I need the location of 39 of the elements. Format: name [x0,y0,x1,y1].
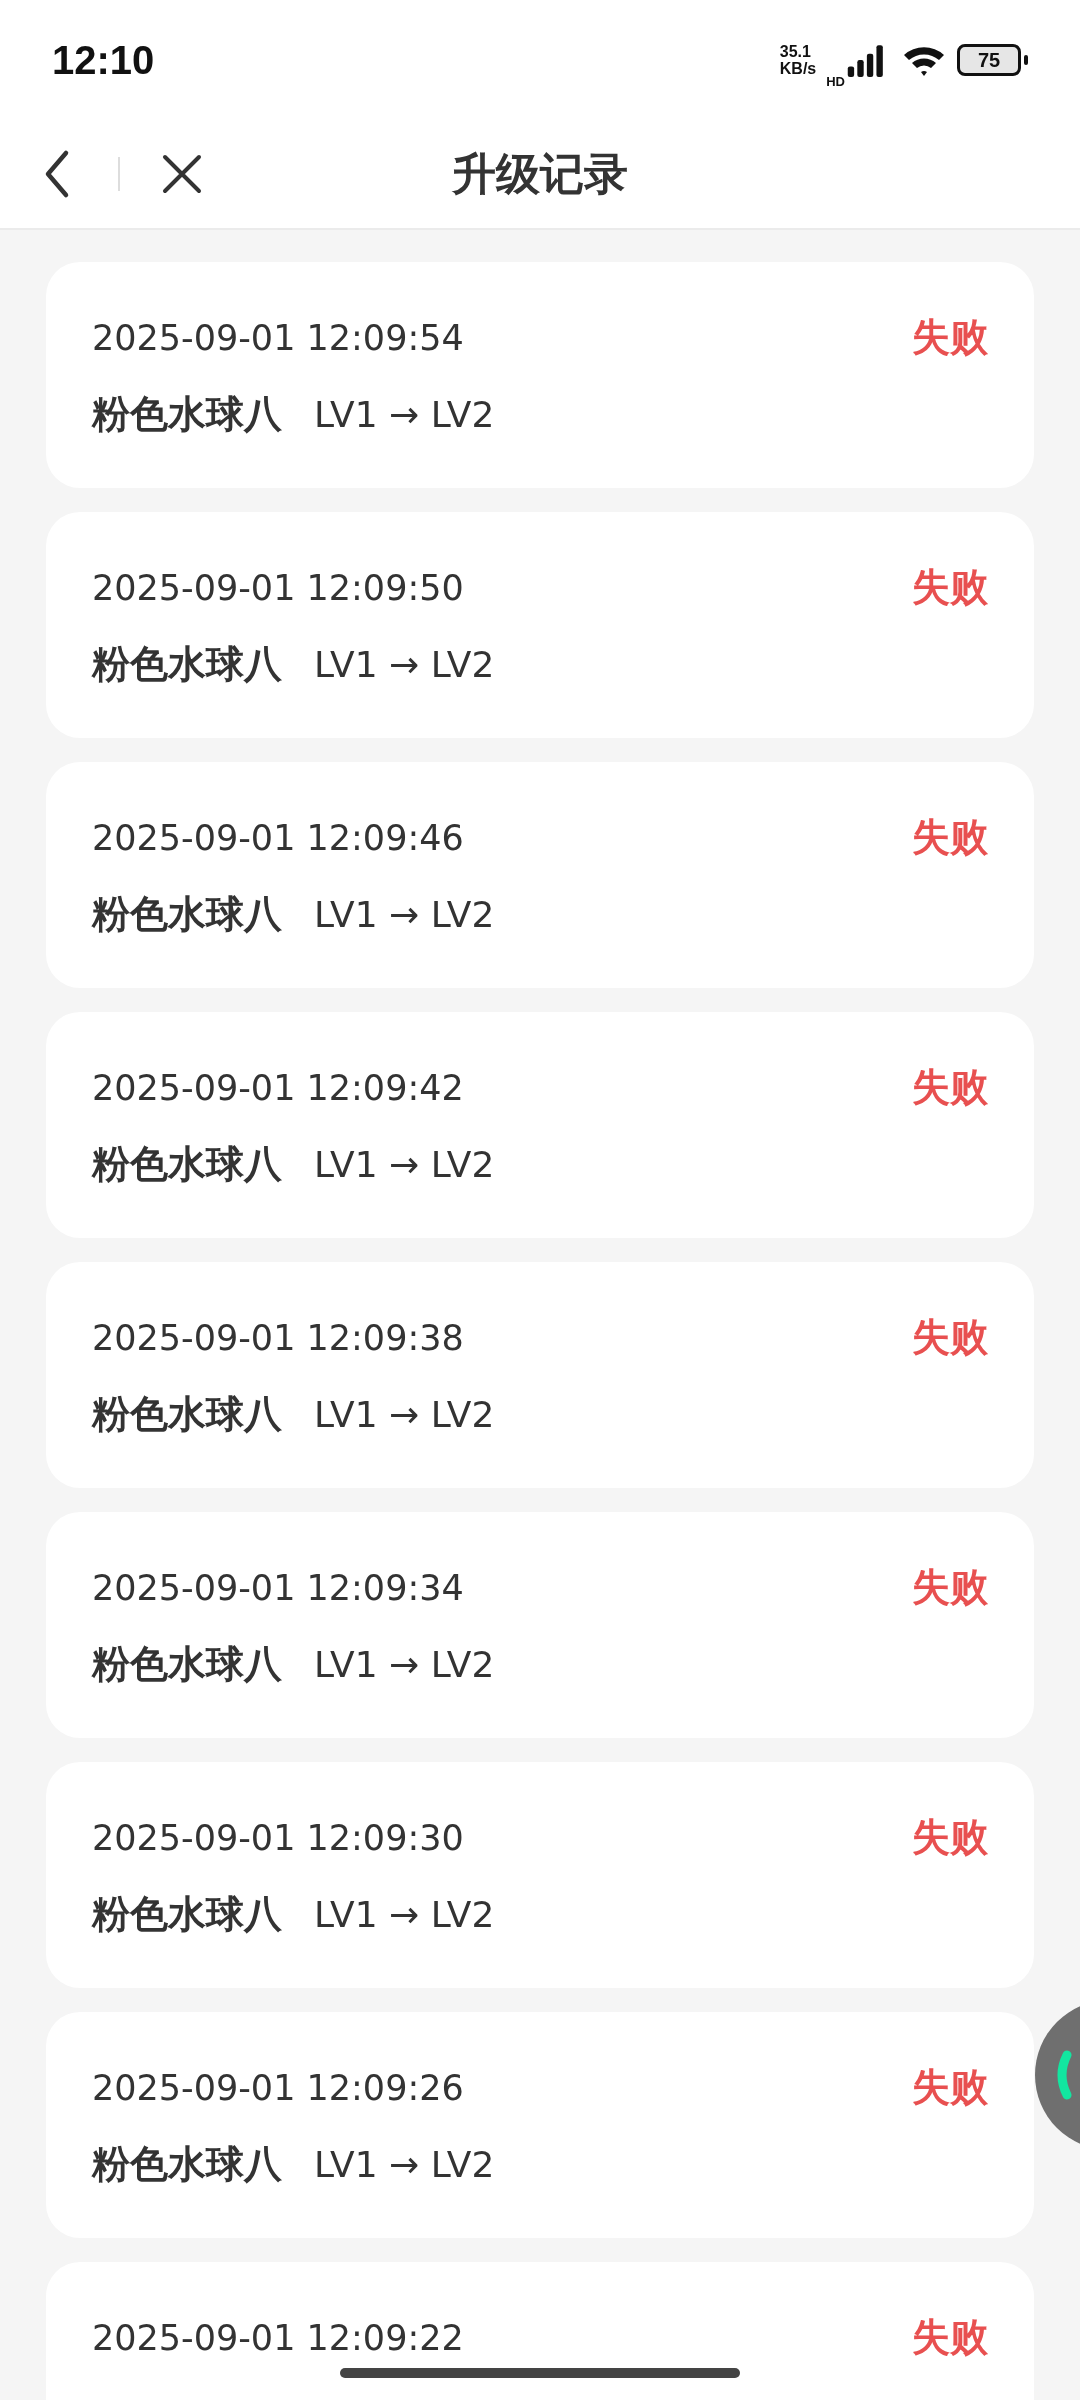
item-name: 粉色水球八 [92,1641,282,1688]
level-change: LV1 → LV2 [314,1394,495,1435]
item-name: 粉色水球八 [92,391,282,438]
network-type: HD [826,73,845,89]
record-result: 失败 [912,1064,988,1111]
record-time: 2025-09-01 12:09:46 [92,817,464,858]
item-name: 粉色水球八 [92,1891,282,1938]
item-name: 粉色水球八 [92,641,282,688]
close-icon[interactable] [162,154,202,194]
record-result: 失败 [912,1314,988,1361]
record-time: 2025-09-01 12:09:50 [92,567,464,608]
record-time: 2025-09-01 12:09:38 [92,1317,464,1358]
status-time: 12:10 [52,37,155,83]
network-speed: 35.1 KB/s [779,43,817,77]
record-result: 失败 [912,2064,988,2111]
record-time: 2025-09-01 12:09:42 [92,1067,464,1108]
record-result: 失败 [912,564,988,611]
record-time: 2025-09-01 12:09:26 [92,2067,464,2108]
record-result: 失败 [912,1814,988,1861]
record-result: 失败 [912,1564,988,1611]
record-result: 失败 [912,2314,988,2361]
record-result: 失败 [912,814,988,861]
record-result: 失败 [912,314,988,361]
level-change: LV1 → LV2 [314,1644,495,1685]
level-change: LV1 → LV2 [314,394,495,435]
page-title: 升级记录 [451,146,629,201]
level-change: LV1 → LV2 [314,1144,495,1185]
item-name: 粉色水球八 [92,2141,282,2188]
item-name: 粉色水球八 [92,1141,282,1188]
level-change: LV1 → LV2 [314,644,495,685]
item-name: 粉色水球八 [92,891,282,938]
record-time: 2025-09-01 12:09:54 [92,317,464,358]
level-change: LV1 → LV2 [314,894,495,935]
record-time: 2025-09-01 12:09:34 [92,1567,464,1608]
level-change: LV1 → LV2 [314,2144,495,2185]
item-name: 粉色水球八 [92,1391,282,1438]
record-time: 2025-09-01 12:09:22 [92,2317,464,2358]
record-time: 2025-09-01 12:09:30 [92,1817,464,1858]
level-change: LV1 → LV2 [314,1894,495,1935]
